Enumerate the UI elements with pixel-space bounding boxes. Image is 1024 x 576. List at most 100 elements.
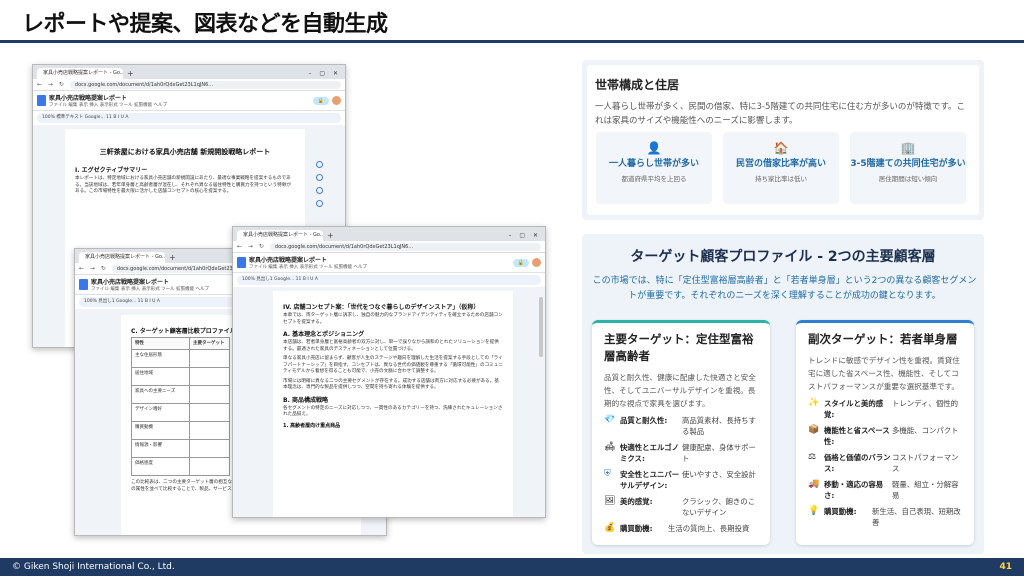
primary-target-card: 主要ターゲット：定住型富裕層高齢者 品質と耐久性、健康に配慮した快適さと安全性、… — [592, 320, 770, 545]
table-cell: 主な住居形態 — [131, 349, 190, 368]
secondary-target-title: 副次ターゲット：若者単身層 — [808, 332, 958, 346]
table-cell: デザイン嗜好 — [131, 403, 190, 422]
table-row[interactable]: 居住地域 — [131, 367, 230, 386]
lightbulb-icon: 💡 — [808, 506, 820, 516]
attribute-row: 🛋 快適性とエルゴノミクス: 健康配慮、身体サポート — [604, 442, 758, 464]
window-controls-icon[interactable]: – ▢ ✕ — [508, 230, 545, 241]
attribute-key: 品質と耐久性: — [620, 416, 668, 425]
image-icon[interactable] — [316, 187, 323, 194]
doc-title[interactable]: 家具小売店戦略提案レポート — [249, 255, 367, 264]
table-row[interactable]: 購買動機 — [131, 421, 230, 440]
side-panel-icons[interactable] — [316, 161, 323, 207]
doc-page[interactable]: IV. 店舗コンセプト案：「世代をつなぐ暮らしのデザインストア」（仮称） 本章で… — [273, 291, 513, 517]
table-cell: 家具への主要ニーズ — [131, 385, 190, 404]
address-bar: ← → ↻ docs.google.com/document/d/1ah0rQd… — [233, 241, 545, 253]
doc-menu-bar[interactable]: ファイル 編集 表示 挿入 表示形式 ツール 拡張機能 ヘルプ — [249, 264, 367, 270]
stat-card-rental-ratio: 🏠 民営の借家比率が高い 持ち家比率は低い — [723, 132, 839, 204]
docs-icon[interactable] — [79, 279, 88, 290]
more-icon[interactable] — [316, 200, 323, 207]
attribute-key: スタイルと美的感覚: — [824, 399, 884, 419]
url-field[interactable]: docs.google.com/document/d/1ah0rQdxGet23… — [269, 242, 541, 251]
attribute-value: コストパフォーマンス — [892, 453, 959, 473]
attribute-key: 快適性とエルゴノミクス: — [620, 443, 679, 463]
table-row[interactable]: 情報源・影響 — [131, 439, 230, 458]
stat-card-single-households: 👤 一人暮らし世帯が多い 都道府県平均を上回る — [596, 132, 712, 204]
format-toolbar[interactable]: 100% 見出し1 Google... 11 B I U A — [237, 275, 541, 285]
doc-menu-bar[interactable]: ファイル 編集 表示 挿入 表示形式 ツール 拡張機能 ヘルプ — [49, 102, 167, 108]
avatar[interactable] — [332, 96, 341, 105]
sofa-icon: 🛋 — [604, 442, 616, 452]
attribute-key: 購買動機: — [620, 524, 653, 533]
url-field[interactable]: docs.google.com/document/d/1ah0rQdxGet23… — [69, 80, 341, 89]
browser-tab[interactable]: 家具小売店戦略提案レポート - Go... — [37, 68, 123, 79]
doc-section-heading: I. エグゼクティブサマリー — [75, 167, 148, 174]
table-header: 特性 — [131, 337, 190, 350]
doc-subheading: A. 基本理念とポジショニング — [283, 331, 365, 338]
attribute-value: 軽量、組立・分解容易 — [892, 480, 959, 500]
share-button[interactable]: 🔒 — [512, 258, 529, 267]
comment-icon[interactable] — [316, 161, 323, 168]
new-tab-icon[interactable]: + — [169, 252, 176, 263]
primary-target-description: 品質と耐久性、健康に配慮した快適さと安全性、そしてユニバーサルデザインを重視。長… — [604, 373, 756, 408]
doc-subheading: B. 商品構成戦略 — [283, 396, 328, 404]
new-tab-icon[interactable]: + — [127, 68, 134, 79]
doc-paragraph: 本レポートは、特定地域における家具小売店舗の新規開設にあたり、最適な事業戦略を提… — [75, 176, 291, 194]
diamond-icon: 💎 — [604, 415, 616, 425]
browser-tab[interactable]: 家具小売店戦略提案レポート - Go... — [79, 252, 165, 263]
browser-tab[interactable]: 家具小売店戦略提案レポート - Go... — [237, 230, 323, 241]
page-number: 41 — [999, 562, 1012, 572]
primary-target-title: 主要ターゲット：定住型富裕層高齢者 — [604, 332, 754, 363]
table-row[interactable]: 価格感度 — [131, 457, 230, 476]
nav-buttons-icon[interactable]: ← → ↻ — [79, 265, 108, 272]
attribute-row: ✨ スタイルと美的感覚: トレンディ、個性的 — [808, 398, 962, 420]
comparison-table[interactable]: 特性 主要ターゲット 主な住居形態 居住地域 家具への主要ニーズ デザイン嗜好 … — [131, 337, 230, 476]
money-bag-icon: 💰 — [604, 523, 616, 533]
household-section: 世帯構成と住居 一人暮らし世帯が多く、民間の借家、特に3-5階建ての共同住宅に住… — [582, 60, 984, 220]
attribute-key: 機能性と省スペース性: — [824, 426, 890, 446]
emoji-icon[interactable] — [316, 174, 323, 181]
attribute-value: 生活の質向上、長期投資 — [668, 524, 750, 533]
avatar[interactable] — [532, 258, 541, 267]
doc-title[interactable]: 家具小売店戦略提案レポート — [49, 93, 167, 102]
household-title: 世帯構成と住居 — [595, 78, 680, 92]
sparkles-icon: ✨ — [808, 398, 820, 408]
table-cell: 価格感度 — [131, 457, 190, 476]
stat-card-apartment-buildings: 🏢 3-5階建ての共同住宅が多い 居住期間は短い傾向 — [850, 132, 966, 204]
nav-buttons-icon[interactable]: ← → ↻ — [37, 81, 66, 88]
docs-icon[interactable] — [237, 257, 246, 268]
attribute-key: 美的感覚: — [620, 497, 653, 506]
attribute-row: 🖼 美的感覚: クラシック、飽きのこないデザイン — [604, 496, 758, 518]
docs-icon[interactable] — [37, 95, 46, 106]
building-icon: 🏢 — [900, 141, 916, 155]
attribute-key: 安全性とユニバーサルデザイン: — [620, 470, 680, 490]
stat-sub: 持ち家比率は低い — [755, 175, 807, 183]
doc-paragraph: 市場には明確に異なる二つの主要セグメントが存在する。成功する店舗は両方に対応する… — [283, 378, 499, 391]
window-controls-icon[interactable]: – ▢ ✕ — [308, 68, 345, 79]
tab-strip: 家具小売店戦略提案レポート - Go... + – ▢ ✕ — [33, 65, 345, 79]
person-icon: 👤 — [646, 141, 662, 155]
attribute-key: 移動・適応の容易さ: — [824, 480, 884, 500]
nav-buttons-icon[interactable]: ← → ↻ — [237, 243, 266, 250]
truck-icon: 🚚 — [808, 479, 820, 489]
attribute-value: 健康配慮、身体サポート — [682, 443, 756, 463]
table-cell: 情報源・影響 — [131, 439, 190, 458]
format-toolbar[interactable]: 100% 標準テキスト Google... 11 B I U A — [37, 113, 341, 123]
attribute-row: ⛨ 安全性とユニバーサルデザイン: 使いやすさ、安全設計 — [604, 469, 758, 491]
address-bar: ← → ↻ docs.google.com/document/d/1ah0rQd… — [33, 79, 345, 91]
title-divider — [0, 40, 1024, 43]
scrollbar[interactable] — [539, 297, 543, 357]
browser-window-3[interactable]: 家具小売店戦略提案レポート - Go... + – ▢ ✕ ← → ↻ docs… — [232, 226, 546, 518]
table-row[interactable]: 主な住居形態 — [131, 349, 230, 368]
attribute-value: クラシック、飽きのこないデザイン — [682, 497, 756, 517]
table-row[interactable]: デザイン嗜好 — [131, 403, 230, 422]
doc-menu-bar[interactable]: ファイル 編集 表示 挿入 表示形式 ツール 拡張機能 ヘルプ — [91, 286, 209, 292]
table-row[interactable]: 家具への主要ニーズ — [131, 385, 230, 404]
doc-section-heading: IV. 店舗コンセプト案：「世代をつなぐ暮らしのデザインストア」（仮称） — [283, 304, 480, 311]
attribute-value: 高品質素材、長持ちする製品 — [682, 416, 756, 436]
doc-title[interactable]: 家具小売店戦略提案レポート — [91, 277, 209, 286]
target-profile-section: ターゲット顧客プロファイル - 2つの主要顧客層 この市場では、特に「定住型富裕… — [582, 234, 984, 554]
target-title: ターゲット顧客プロファイル - 2つの主要顧客層 — [630, 249, 936, 265]
new-tab-icon[interactable]: + — [327, 230, 334, 241]
doc-list-item: 1. 高齢者層向け重点商品 — [283, 422, 341, 429]
share-button[interactable]: 🔒 — [312, 96, 329, 105]
